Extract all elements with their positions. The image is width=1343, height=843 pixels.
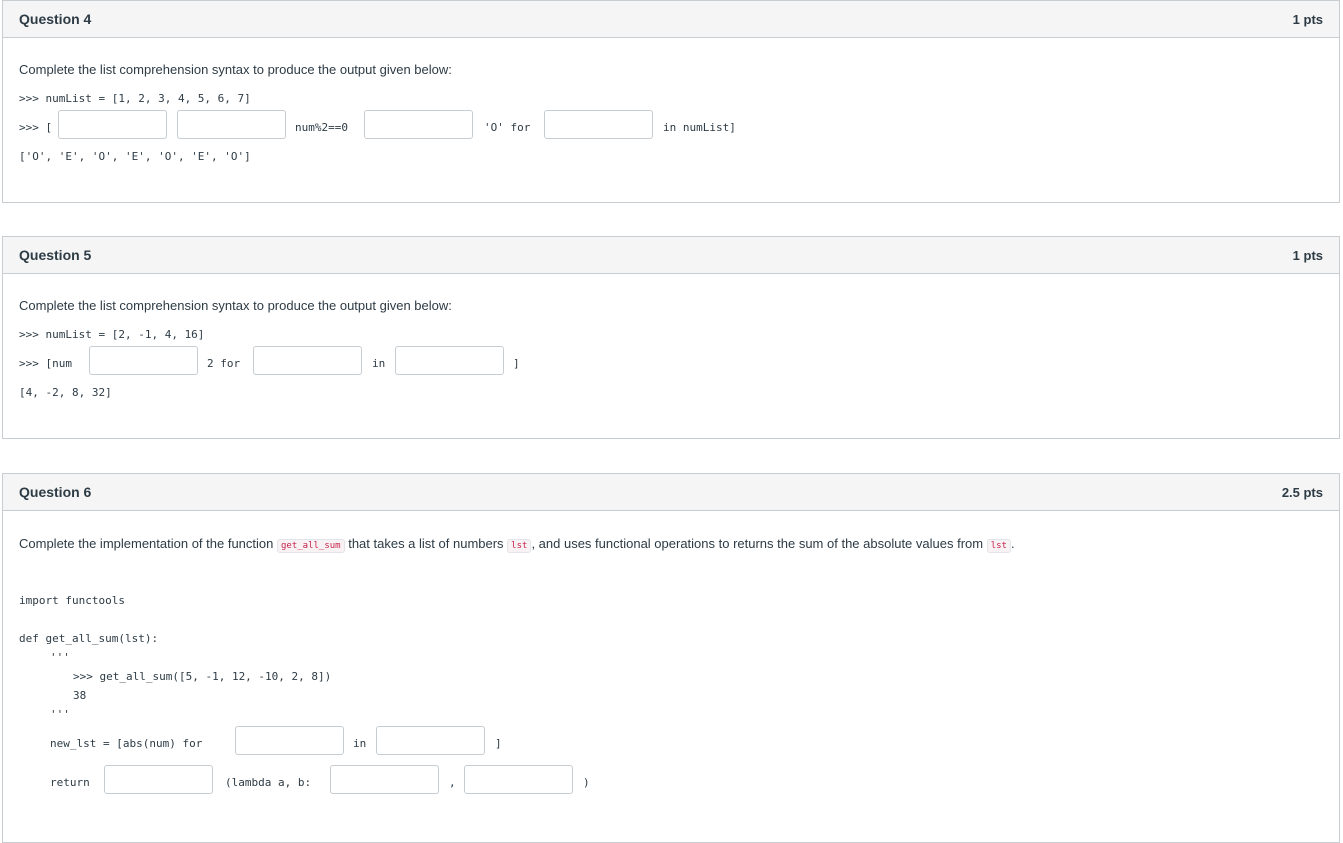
code-output: ['O', 'E', 'O', 'E', 'O', 'E', 'O'] [19, 150, 251, 163]
blank-input-2[interactable] [253, 346, 362, 375]
code-in-numlist: in numList] [663, 121, 736, 134]
code-close-bracket: ] [495, 737, 502, 750]
code-line-prefix: >>> [ [19, 121, 53, 134]
code-doctest: >>> get_all_sum([5, -1, 12, -10, 2, 8]) [73, 670, 332, 683]
code-two-for: 2 for [207, 357, 241, 370]
code-in: in [353, 737, 367, 750]
code-close-paren: ) [583, 776, 590, 789]
prompt-text-a: Complete the implementation of the funct… [19, 536, 277, 551]
blank-input-3[interactable] [104, 765, 213, 794]
question-title: Question 5 [19, 247, 92, 263]
question-4: Question 4 1 pts Complete the list compr… [2, 0, 1340, 203]
code-output: [4, -2, 8, 32] [19, 386, 112, 399]
question-title: Question 6 [19, 484, 92, 500]
prompt-text-c: , and uses functional operations to retu… [531, 536, 987, 551]
blank-input-4[interactable] [330, 765, 439, 794]
blank-input-4[interactable] [544, 110, 653, 139]
lst-code: lst [507, 539, 532, 553]
question-prompt: Complete the list comprehension syntax t… [19, 62, 452, 77]
code-lambda: (lambda a, b: [225, 776, 312, 789]
blank-input-1[interactable] [235, 726, 344, 755]
question-points: 1 pts [1292, 247, 1323, 263]
code-line-numlist: >>> numList = [1, 2, 3, 4, 5, 6, 7] [19, 92, 251, 105]
code-close-bracket: ] [513, 357, 520, 370]
question-header: Question 5 1 pts [3, 237, 1339, 274]
question-points: 1 pts [1292, 11, 1323, 27]
code-docstring-open: ''' [50, 651, 70, 664]
blank-input-2[interactable] [177, 110, 286, 139]
prompt-text-b: that takes a list of numbers [344, 536, 508, 551]
function-name-code: get_all_sum [276, 539, 345, 553]
code-in: in [372, 357, 386, 370]
blank-input-3[interactable] [395, 346, 504, 375]
question-prompt: Complete the list comprehension syntax t… [19, 298, 452, 313]
blank-input-1[interactable] [58, 110, 167, 139]
code-return: return [50, 776, 90, 789]
question-header: Question 4 1 pts [3, 1, 1339, 38]
question-prompt: Complete the implementation of the funct… [19, 536, 1015, 553]
lst-code: lst [986, 539, 1011, 553]
question-6: Question 6 2.5 pts Complete the implemen… [2, 473, 1340, 843]
question-header: Question 6 2.5 pts [3, 474, 1339, 511]
code-line-numlist: >>> numList = [2, -1, 4, 16] [19, 328, 205, 341]
code-for: 'O' for [484, 121, 531, 134]
code-comma: , [449, 776, 456, 789]
code-result: 38 [73, 689, 87, 702]
code-def: def get_all_sum(lst): [19, 632, 159, 645]
code-condition: num%2==0 [295, 121, 348, 134]
blank-input-1[interactable] [89, 346, 198, 375]
blank-input-5[interactable] [464, 765, 573, 794]
question-points: 2.5 pts [1281, 484, 1323, 500]
code-line-prefix: >>> [num [19, 357, 72, 370]
question-5: Question 5 1 pts Complete the list compr… [2, 236, 1340, 439]
code-new-lst: new_lst = [abs(num) for [50, 737, 203, 750]
blank-input-3[interactable] [364, 110, 473, 139]
blank-input-2[interactable] [376, 726, 485, 755]
code-docstring-close: ''' [50, 708, 70, 721]
code-import: import functools [19, 594, 125, 607]
question-title: Question 4 [19, 11, 92, 27]
prompt-text-d: . [1010, 536, 1015, 551]
